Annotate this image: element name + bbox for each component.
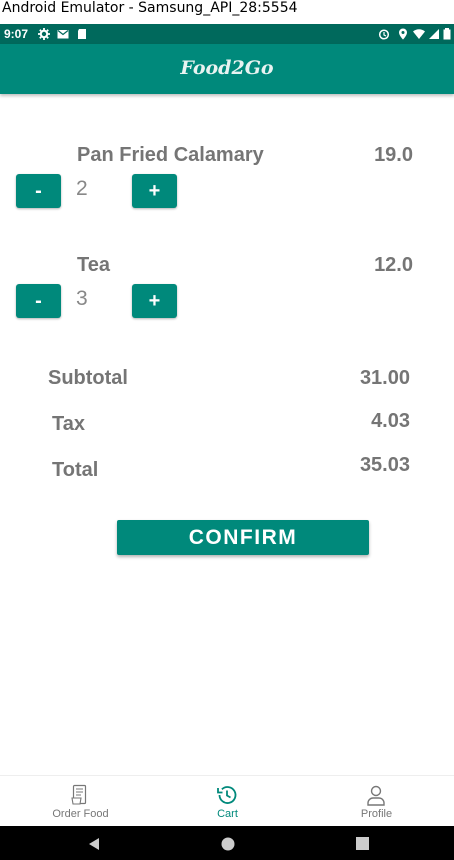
nav-label: Profile: [360, 808, 393, 820]
decrement-button[interactable]: -: [16, 174, 61, 208]
window-title: Android Emulator - Samsung_API_28:5554: [0, 0, 454, 24]
tax-label: Tax: [52, 413, 85, 435]
location-icon: [399, 28, 407, 40]
tax-value: 4.03: [371, 410, 410, 432]
decrement-button[interactable]: -: [16, 284, 61, 318]
increment-button[interactable]: +: [132, 284, 177, 318]
sd-card-icon: [78, 29, 86, 39]
status-bar: 9:07: [0, 24, 454, 44]
wifi-icon: [413, 29, 425, 39]
home-icon[interactable]: [221, 837, 235, 851]
total-value: 35.03: [359, 454, 410, 476]
subtotal-value: 31.00: [359, 367, 410, 389]
signal-icon: [429, 29, 439, 39]
item-price: 12.0: [374, 254, 413, 276]
nav-label: Cart: [217, 808, 238, 820]
nav-cart[interactable]: Cart: [152, 776, 303, 827]
system-nav-bar: [0, 826, 454, 860]
person-icon: [367, 785, 385, 806]
item-name: Tea: [77, 254, 110, 276]
alarm-icon: [378, 29, 390, 40]
app-title: Food2Go: [180, 57, 274, 79]
nav-order-food[interactable]: Order Food: [5, 776, 156, 827]
history-icon: [217, 786, 237, 804]
confirm-button[interactable]: CONFIRM: [117, 520, 369, 555]
nav-profile[interactable]: Profile: [301, 776, 452, 827]
item-quantity: 2: [76, 177, 88, 200]
battery-icon: [443, 28, 451, 40]
bottom-nav: Order Food Cart Profile: [0, 775, 454, 826]
nav-label: Order Food: [52, 808, 109, 820]
order-food-icon: [71, 784, 87, 805]
settings-icon: [38, 28, 50, 40]
item-quantity: 3: [76, 287, 88, 310]
app-bar: Food2Go: [0, 44, 454, 94]
back-icon[interactable]: [87, 837, 101, 851]
item-price: 19.0: [374, 144, 413, 166]
recents-icon[interactable]: [356, 837, 369, 850]
mail-icon: [57, 30, 69, 39]
total-label: Total: [52, 459, 99, 481]
subtotal-label: Subtotal: [48, 367, 128, 389]
status-time: 9:07: [4, 27, 29, 41]
item-name: Pan Fried Calamary: [77, 144, 264, 166]
increment-button[interactable]: +: [132, 174, 177, 208]
